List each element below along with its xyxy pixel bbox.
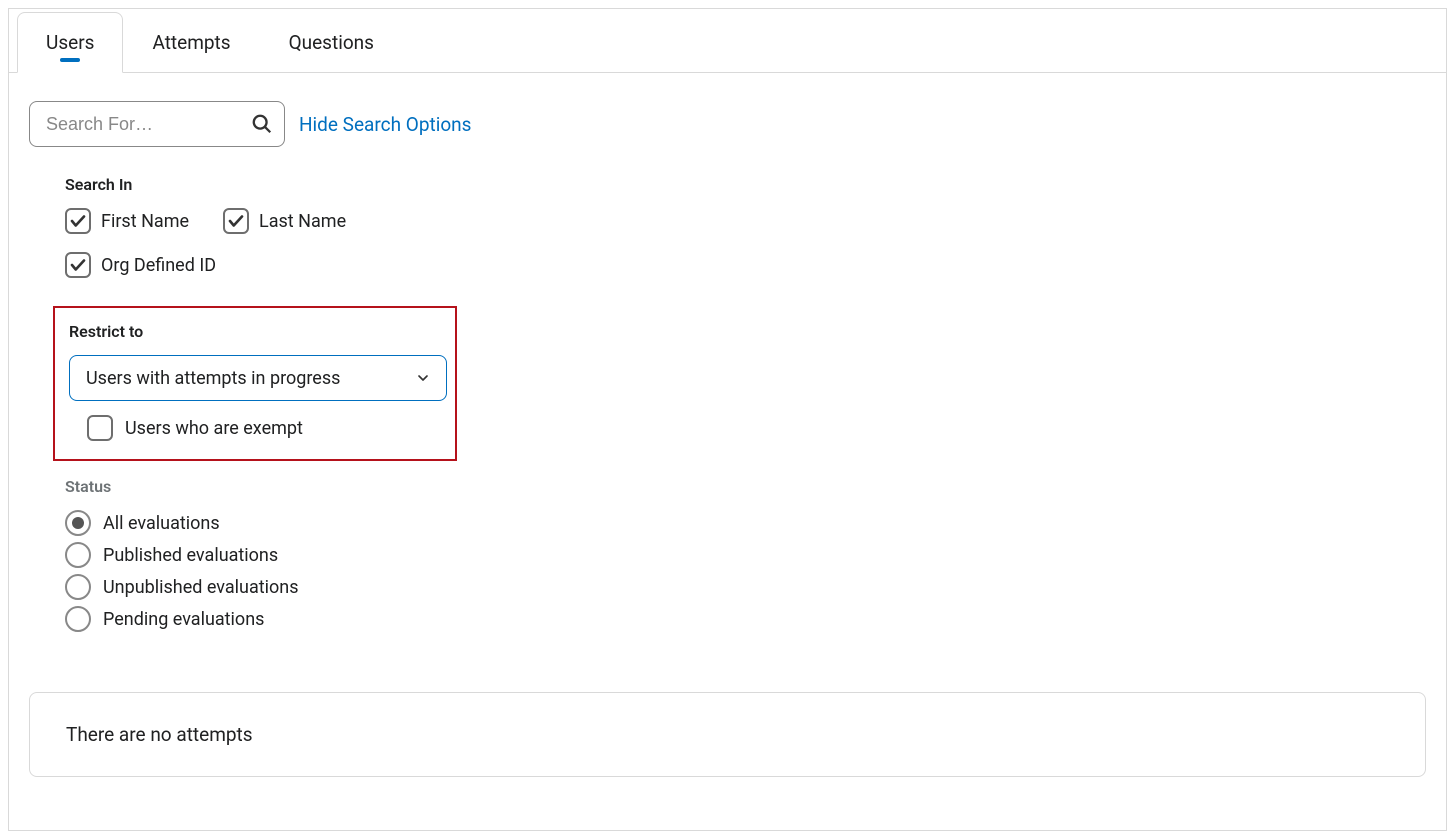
radio-unpublished-label[interactable]: Unpublished evaluations (103, 577, 299, 598)
exempt-row: Users who are exempt (69, 415, 441, 441)
radio-published[interactable] (65, 542, 91, 568)
search-input[interactable] (29, 101, 285, 147)
search-in-title: Search In (65, 175, 1426, 194)
radio-unpublished-row: Unpublished evaluations (65, 574, 1426, 600)
radio-published-label[interactable]: Published evaluations (103, 545, 278, 566)
search-input-container (29, 101, 285, 147)
search-icon[interactable] (251, 113, 273, 135)
page-frame: Users Attempts Questions Hide Search Opt… (8, 8, 1447, 831)
checkbox-first-name-item: First Name (65, 208, 189, 234)
tab-questions-label: Questions (289, 31, 374, 54)
restrict-select-value: Users with attempts in progress (86, 368, 340, 389)
status-title: Status (65, 477, 1426, 496)
no-attempts-panel: There are no attempts (29, 692, 1426, 777)
radio-pending-label[interactable]: Pending evaluations (103, 609, 264, 630)
radio-all-row: All evaluations (65, 510, 1426, 536)
tabs-row: Users Attempts Questions (9, 9, 1446, 73)
checkbox-first-name[interactable] (65, 208, 91, 234)
restrict-select-container: Users with attempts in progress (69, 355, 447, 401)
search-row: Hide Search Options (29, 101, 1426, 147)
checkbox-org-id-label[interactable]: Org Defined ID (101, 255, 216, 276)
radio-all[interactable] (65, 510, 91, 536)
restrict-to-highlight: Restrict to Users with attempts in progr… (53, 306, 457, 461)
restrict-to-title: Restrict to (69, 322, 441, 341)
no-attempts-text: There are no attempts (66, 723, 253, 746)
radio-published-row: Published evaluations (65, 542, 1426, 568)
tab-questions[interactable]: Questions (260, 12, 403, 72)
chevron-down-icon (415, 370, 431, 386)
checkbox-org-id-item: Org Defined ID (65, 252, 216, 278)
tab-users[interactable]: Users (17, 12, 123, 73)
search-in-row2: Org Defined ID (65, 252, 1426, 278)
checkbox-last-name-item: Last Name (223, 208, 346, 234)
tab-users-label: Users (46, 31, 94, 54)
radio-all-label[interactable]: All evaluations (103, 513, 220, 534)
hide-search-options-link[interactable]: Hide Search Options (299, 113, 471, 136)
checkbox-last-name-label[interactable]: Last Name (259, 211, 346, 232)
filters-area: Search In First Name Last Name (29, 175, 1426, 632)
status-radio-group: All evaluations Published evaluations Un… (65, 510, 1426, 632)
checkbox-last-name[interactable] (223, 208, 249, 234)
content-area: Hide Search Options Search In First Name… (9, 73, 1446, 797)
radio-pending[interactable] (65, 606, 91, 632)
tab-attempts-label: Attempts (152, 31, 230, 54)
tab-attempts[interactable]: Attempts (123, 12, 259, 72)
radio-unpublished[interactable] (65, 574, 91, 600)
checkbox-exempt[interactable] (87, 415, 113, 441)
restrict-select[interactable]: Users with attempts in progress (69, 355, 447, 401)
checkbox-first-name-label[interactable]: First Name (101, 211, 189, 232)
search-in-row1: First Name Last Name (65, 208, 1426, 234)
checkbox-org-id[interactable] (65, 252, 91, 278)
radio-pending-row: Pending evaluations (65, 606, 1426, 632)
checkbox-exempt-label[interactable]: Users who are exempt (125, 418, 303, 439)
